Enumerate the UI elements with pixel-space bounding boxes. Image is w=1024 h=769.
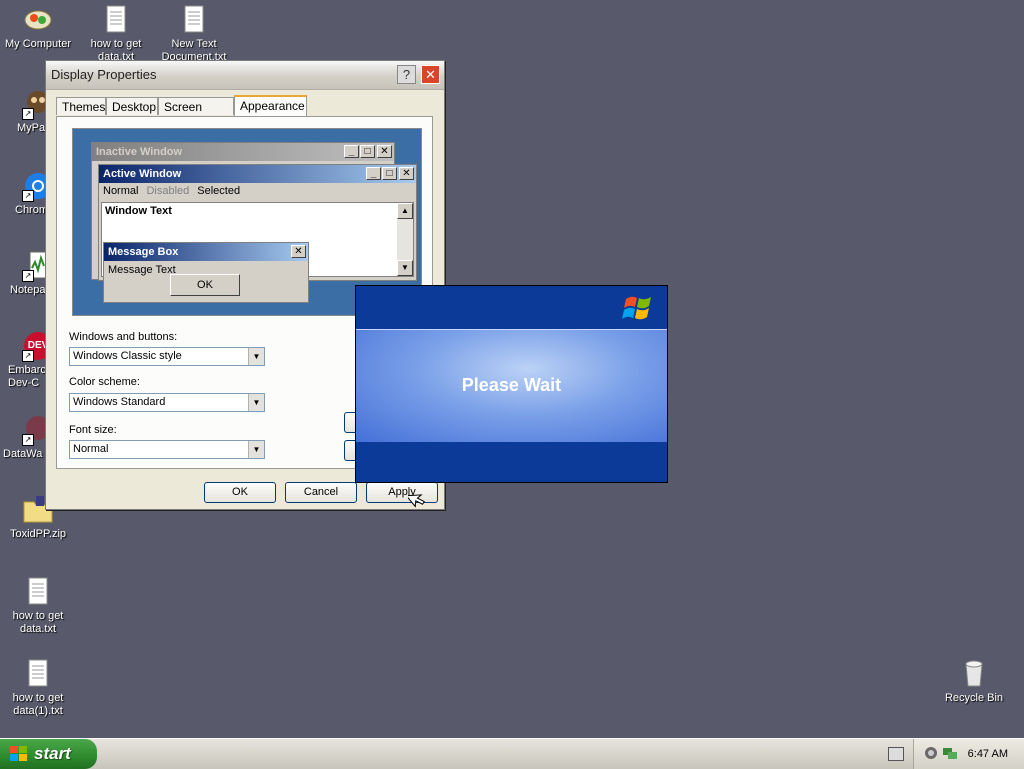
title-bar[interactable]: Display Properties ? ✕ xyxy=(46,61,444,90)
please-wait-screen: Please Wait xyxy=(355,285,668,483)
close-icon: ✕ xyxy=(399,167,414,180)
message-box-ok-button: OK xyxy=(170,274,240,296)
desktop-icon-label: Recycle Bin xyxy=(944,692,1004,704)
color-scheme-value: Windows Standard xyxy=(73,396,166,408)
shortcut-arrow-icon: ↗ xyxy=(22,350,34,362)
preview-message-box: Message Box ✕ Message Text OK xyxy=(103,242,309,303)
text-file-icon xyxy=(100,4,132,36)
please-wait-band: Please Wait xyxy=(356,329,667,442)
maximize-icon: □ xyxy=(360,145,375,158)
color-scheme-label: Color scheme: xyxy=(69,376,140,388)
tab-themes[interactable]: Themes xyxy=(56,97,106,115)
keyboard-icon[interactable] xyxy=(888,747,904,761)
mouse-pointer-icon xyxy=(408,494,425,508)
desktop-icon-text-file[interactable]: how to get data.txt xyxy=(0,576,76,636)
tab-desktop[interactable]: Desktop xyxy=(106,97,158,115)
message-box-caption-buttons: ✕ xyxy=(290,245,306,263)
window-text: Window Text xyxy=(105,205,172,217)
shortcut-arrow-icon: ↗ xyxy=(22,434,34,446)
preview-menu-bar: Normal Disabled Selected xyxy=(99,183,416,200)
preview-inactive-title: Inactive Window _ □ ✕ xyxy=(92,143,394,161)
start-button[interactable]: start xyxy=(0,739,97,769)
window-title: Display Properties xyxy=(51,67,157,82)
maximize-icon: □ xyxy=(382,167,397,180)
tab-appearance[interactable]: Appearance xyxy=(234,95,307,117)
active-caption-buttons: _ □ ✕ xyxy=(365,167,414,185)
minimize-icon: _ xyxy=(366,167,381,180)
cancel-button[interactable]: Cancel xyxy=(285,482,357,503)
desktop-icon-label: Embarca Dev-C xyxy=(8,364,53,389)
close-button[interactable]: ✕ xyxy=(421,65,440,84)
chevron-down-icon[interactable]: ▼ xyxy=(248,394,264,411)
windows-buttons-value: Windows Classic style xyxy=(73,350,182,362)
font-size-select[interactable]: Normal ▼ xyxy=(69,440,265,459)
message-box-title-bar: Message Box ✕ xyxy=(104,243,308,261)
preview-scrollbar: ▲ ▼ xyxy=(397,203,413,276)
system-tray: 6:47 AM xyxy=(913,739,1024,769)
menu-disabled: Disabled xyxy=(146,185,190,197)
windows-logo-icon xyxy=(622,296,651,320)
windows-logo-icon xyxy=(10,746,27,761)
text-file-icon xyxy=(178,4,210,36)
active-title-text: Active Window xyxy=(103,168,182,180)
font-size-label: Font size: xyxy=(69,424,117,436)
desktop-icon-text-file[interactable]: how to get data(1).txt xyxy=(0,658,76,718)
please-wait-message: Please Wait xyxy=(461,375,562,395)
preview-active-title: Active Window _ □ ✕ xyxy=(99,165,416,183)
windows-buttons-select[interactable]: Windows Classic style ▼ xyxy=(69,347,265,366)
inactive-caption-buttons: _ □ ✕ xyxy=(343,145,392,163)
shortcut-arrow-icon: ↗ xyxy=(22,270,34,282)
inactive-title-text: Inactive Window xyxy=(96,146,183,158)
tab-screen-saver[interactable]: Screen Saver xyxy=(158,97,234,132)
clock[interactable]: 6:47 AM xyxy=(968,739,1008,769)
desktop-icon-label: ToxidPP.zip xyxy=(9,528,67,540)
network-icon[interactable] xyxy=(942,746,958,760)
text-file-icon xyxy=(22,658,54,690)
security-icon[interactable] xyxy=(924,746,938,760)
shortcut-arrow-icon: ↗ xyxy=(22,190,34,202)
windows-buttons-label: Windows and buttons: xyxy=(69,331,178,343)
ok-button[interactable]: OK xyxy=(204,482,276,503)
scroll-up-icon: ▲ xyxy=(397,203,413,219)
desktop-icon-text-file[interactable]: how to get data.txt xyxy=(78,4,154,64)
desktop-icon-label: how to get data.txt xyxy=(12,610,64,635)
chevron-down-icon[interactable]: ▼ xyxy=(248,348,264,365)
font-size-value: Normal xyxy=(73,443,109,455)
text-file-icon xyxy=(22,576,54,608)
menu-normal: Normal xyxy=(103,185,139,197)
desktop-icon-label: how to get data(1).txt xyxy=(12,692,64,717)
shortcut-arrow-icon: ↗ xyxy=(22,108,34,120)
scroll-down-icon: ▼ xyxy=(397,260,413,276)
close-icon: ✕ xyxy=(291,245,306,258)
desktop-icon-my-computer[interactable]: My Computer xyxy=(0,4,76,51)
desktop-icon-recycle-bin[interactable]: Recycle Bin xyxy=(936,658,1012,705)
color-scheme-select[interactable]: Windows Standard ▼ xyxy=(69,393,265,412)
my-computer-icon xyxy=(22,4,54,36)
desktop-icon-text-file[interactable]: New Text Document.txt xyxy=(156,4,232,64)
close-icon: ✕ xyxy=(377,145,392,158)
minimize-icon: _ xyxy=(344,145,359,158)
help-button[interactable]: ? xyxy=(397,65,416,84)
chevron-down-icon[interactable]: ▼ xyxy=(248,441,264,458)
recycle-bin-icon xyxy=(958,658,990,690)
menu-selected: Selected xyxy=(197,185,241,197)
taskbar: start 6:47 AM xyxy=(0,738,1024,769)
desktop-icon-label: My Computer xyxy=(4,38,72,50)
message-box-title: Message Box xyxy=(108,246,179,258)
start-label: start xyxy=(34,744,71,763)
